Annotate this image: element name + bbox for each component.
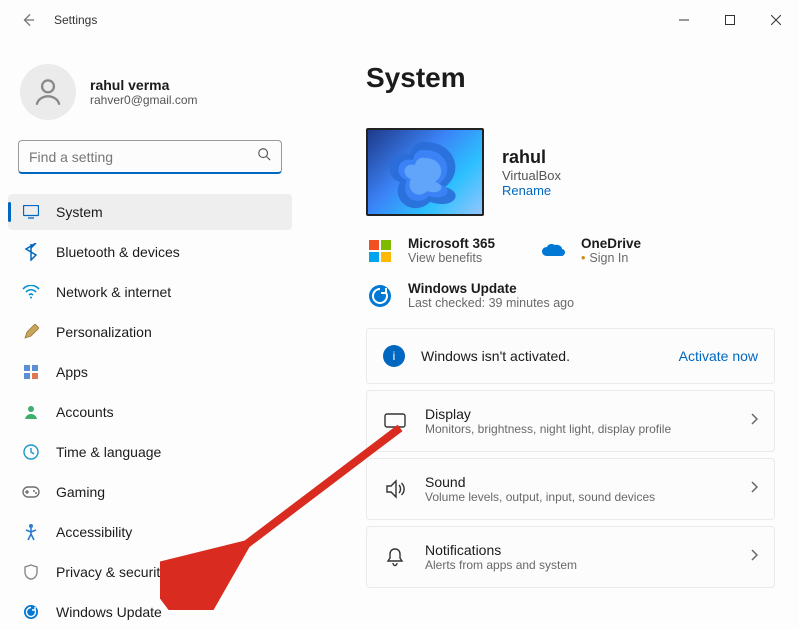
time-icon — [22, 443, 40, 461]
user-name: rahul verma — [90, 77, 198, 93]
window-title: Settings — [54, 13, 97, 27]
setting-sound[interactable]: SoundVolume levels, output, input, sound… — [366, 458, 775, 520]
notifications-icon — [383, 545, 407, 569]
setting-sub: Monitors, brightness, night light, displ… — [425, 422, 732, 436]
page-title: System — [366, 62, 775, 94]
sidebar-item-system[interactable]: System — [8, 194, 292, 230]
sidebar-item-label: Gaming — [56, 484, 105, 500]
search-field[interactable] — [29, 149, 257, 165]
sidebar-item-label: System — [56, 204, 103, 220]
titlebar: Settings — [0, 0, 799, 40]
device-model: VirtualBox — [502, 168, 561, 183]
search-icon — [257, 147, 271, 166]
tile-windows-update[interactable]: Windows Update Last checked: 39 minutes … — [366, 281, 775, 310]
sidebar-item-windows-update[interactable]: Windows Update — [8, 594, 292, 630]
sidebar-item-accessibility[interactable]: Accessibility — [8, 514, 292, 550]
update-icon — [22, 603, 40, 621]
bluetooth-icon — [22, 243, 40, 261]
personalize-icon — [22, 323, 40, 341]
setting-sub: Volume levels, output, input, sound devi… — [425, 490, 732, 504]
activation-msg: Windows isn't activated. — [421, 348, 679, 364]
close-button[interactable] — [753, 4, 799, 36]
sidebar-item-time-language[interactable]: Time & language — [8, 434, 292, 470]
back-button[interactable] — [20, 12, 36, 28]
chevron-right-icon — [750, 480, 758, 498]
accounts-icon — [22, 403, 40, 421]
update-title: Windows Update — [408, 281, 574, 296]
sidebar-item-label: Bluetooth & devices — [56, 244, 180, 260]
activate-link[interactable]: Activate now — [679, 348, 758, 364]
sidebar-item-label: Personalization — [56, 324, 152, 340]
sidebar-item-accounts[interactable]: Accounts — [8, 394, 292, 430]
chevron-right-icon — [750, 412, 758, 430]
sidebar-item-label: Accessibility — [56, 524, 132, 540]
sidebar-item-personalization[interactable]: Personalization — [8, 314, 292, 350]
sidebar: rahul verma rahver0@gmail.com System Blue… — [0, 40, 300, 630]
privacy-icon — [22, 563, 40, 581]
setting-sub: Alerts from apps and system — [425, 558, 732, 572]
update-sub: Last checked: 39 minutes ago — [408, 296, 574, 310]
m365-title: Microsoft 365 — [408, 236, 495, 251]
user-email: rahver0@gmail.com — [90, 93, 198, 107]
setting-title: Notifications — [425, 542, 732, 558]
sound-icon — [383, 477, 407, 501]
onedrive-sub: •Sign In — [581, 251, 641, 265]
m365-sub: View benefits — [408, 251, 495, 265]
tile-microsoft365[interactable]: Microsoft 365 View benefits — [366, 236, 495, 265]
onedrive-title: OneDrive — [581, 236, 641, 251]
sidebar-item-label: Accounts — [56, 404, 114, 420]
sidebar-item-privacy-security[interactable]: Privacy & security — [8, 554, 292, 590]
access-icon — [22, 523, 40, 541]
display-icon — [383, 409, 407, 433]
sidebar-item-bluetooth-devices[interactable]: Bluetooth & devices — [8, 234, 292, 270]
sidebar-item-label: Apps — [56, 364, 88, 380]
system-icon — [22, 203, 40, 221]
setting-title: Sound — [425, 474, 732, 490]
onedrive-icon — [539, 237, 567, 265]
device-block: rahul VirtualBox Rename — [366, 128, 775, 216]
sidebar-item-network-internet[interactable]: Network & internet — [8, 274, 292, 310]
rename-link[interactable]: Rename — [502, 183, 561, 198]
device-name: rahul — [502, 147, 561, 168]
microsoft-icon — [366, 237, 394, 265]
nav-list: System Bluetooth & devices Network & inter… — [8, 194, 292, 630]
apps-icon — [22, 363, 40, 381]
minimize-button[interactable] — [661, 4, 707, 36]
info-icon: i — [383, 345, 405, 367]
main-content: System rahul VirtualBox Rename Microsoft… — [300, 40, 799, 630]
sidebar-item-gaming[interactable]: Gaming — [8, 474, 292, 510]
activation-banner: i Windows isn't activated. Activate now — [366, 328, 775, 384]
network-icon — [22, 283, 40, 301]
sidebar-item-label: Windows Update — [56, 604, 162, 620]
sidebar-item-label: Network & internet — [56, 284, 171, 300]
device-wallpaper-thumb[interactable] — [366, 128, 484, 216]
update-icon — [366, 282, 394, 310]
sidebar-item-label: Time & language — [56, 444, 161, 460]
maximize-button[interactable] — [707, 4, 753, 36]
setting-display[interactable]: DisplayMonitors, brightness, night light… — [366, 390, 775, 452]
sidebar-item-apps[interactable]: Apps — [8, 354, 292, 390]
tile-onedrive[interactable]: OneDrive •Sign In — [539, 236, 641, 265]
chevron-right-icon — [750, 548, 758, 566]
user-block[interactable]: rahul verma rahver0@gmail.com — [8, 56, 292, 140]
setting-title: Display — [425, 406, 732, 422]
search-input[interactable] — [18, 140, 282, 174]
avatar — [20, 64, 76, 120]
gaming-icon — [22, 483, 40, 501]
onedrive-sub-text: Sign In — [589, 251, 628, 265]
sidebar-item-label: Privacy & security — [56, 564, 167, 580]
setting-notifications[interactable]: NotificationsAlerts from apps and system — [366, 526, 775, 588]
